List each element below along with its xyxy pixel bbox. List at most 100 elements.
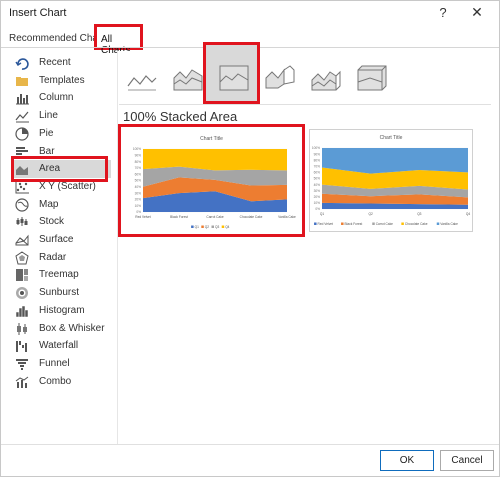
stacked-area-icon-svg: [173, 69, 203, 91]
3d-100-stacked-area-icon-svg: [357, 65, 387, 91]
3d-stacked-area-icon[interactable]: [309, 60, 343, 94]
legend-label: Q2: [205, 225, 209, 229]
chart-title: Chart Title: [380, 135, 403, 141]
100-stacked-area-icon-svg: [219, 65, 249, 91]
insert-chart-dialog: Insert Chart ? ✕ Recommended Charts All …: [0, 0, 500, 477]
y-tick-label: 20%: [135, 198, 142, 202]
x-tick-label: Q1: [320, 212, 324, 216]
subtype-divider: [119, 104, 491, 105]
sidebar-item-box-whisker[interactable]: Box & Whisker: [11, 320, 111, 338]
y-tick-label: 70%: [135, 166, 142, 170]
chart-preview-2-svg: Chart Title 0% 10% 20% 30% 40% 50% 60% 70% 80% 90%…: [312, 135, 471, 226]
y-tick-label: 80%: [314, 158, 321, 162]
sidebar-item-line[interactable]: Line: [11, 107, 111, 125]
cancel-button[interactable]: Cancel: [440, 450, 494, 471]
sidebar-item-label: X Y (Scatter): [39, 180, 96, 192]
folder-icon: [16, 76, 28, 86]
3d-area-icon-svg: [265, 65, 295, 89]
close-icon[interactable]: ✕: [468, 4, 486, 22]
x-tick-label: Q3: [417, 212, 421, 216]
legend-swatch: [221, 225, 225, 228]
surface-chart-icon: [15, 234, 29, 246]
y-tick-label: 0%: [136, 210, 141, 214]
waterfall-chart-icon: [16, 341, 27, 353]
combo-chart-icon: [15, 376, 29, 388]
y-tick-label: 40%: [135, 185, 142, 189]
sidebar-item-label: Funnel: [39, 357, 70, 369]
y-tick-label: 100%: [133, 147, 141, 151]
x-tick-label: Red Velvet: [135, 215, 151, 219]
dialog-title: Insert Chart: [9, 7, 67, 19]
sidebar-item-histogram[interactable]: Histogram: [11, 302, 111, 320]
sidebar-item-combo[interactable]: Combo: [11, 373, 111, 391]
sidebar-item-radar[interactable]: Radar: [11, 249, 111, 267]
footer-divider: [1, 444, 499, 445]
100-stacked-area-icon[interactable]: [217, 60, 251, 94]
sidebar-item-treemap[interactable]: Treemap: [11, 266, 111, 284]
sidebar-item-label: Histogram: [39, 304, 85, 316]
legend-label: Black Forest: [345, 222, 363, 226]
y-tick-label: 0%: [315, 207, 320, 211]
stacked-area-icon[interactable]: [171, 60, 205, 94]
legend-label: Q1: [195, 225, 199, 229]
chart-preview-1[interactable]: Chart Title 0% 10% 20% 30% 40% 50% 60% 70% 80% 90%…: [118, 124, 305, 237]
area-icon[interactable]: [125, 60, 159, 94]
sidebar-item-label: Column: [39, 92, 74, 104]
3d-100-stacked-area-icon[interactable]: [355, 60, 389, 94]
y-tick-label: 30%: [314, 189, 321, 193]
column-chart-icon: [16, 94, 29, 105]
sidebar-item-column[interactable]: Column: [11, 89, 111, 107]
x-tick-label: Q4: [466, 212, 470, 216]
sidebar-item-label: Radar: [39, 251, 67, 263]
3d-area-icon[interactable]: [263, 60, 297, 94]
sunburst-chart-icon: [16, 287, 28, 300]
sidebar-item-map[interactable]: Map: [11, 196, 111, 214]
section-title: 100% Stacked Area: [123, 109, 238, 124]
sidebar-item-label: Sunburst: [39, 287, 80, 299]
sidebar-item-stock[interactable]: Stock: [11, 213, 111, 231]
sidebar-item-sunburst[interactable]: Sunburst: [11, 284, 111, 302]
y-tick-label: 10%: [314, 201, 321, 205]
histogram-chart-icon: [15, 305, 29, 318]
x-tick-label: Q2: [369, 212, 373, 216]
area-icon-svg: [127, 75, 157, 91]
sidebar-item-recent[interactable]: Recent: [11, 54, 111, 72]
sidebar-item-funnel[interactable]: Funnel: [11, 355, 111, 373]
sidebar-item-templates[interactable]: Templates: [11, 72, 111, 90]
sidebar-item-waterfall[interactable]: Waterfall: [11, 337, 111, 355]
y-tick-label: 100%: [312, 146, 320, 150]
sidebar-item-label: Templates: [39, 74, 85, 86]
chart-subtype-row: [119, 53, 491, 101]
chart-preview-2[interactable]: Chart Title 0% 10% 20% 30% 40% 50% 60% 70% 80% 90%…: [309, 129, 473, 232]
stock-chart-icon: [16, 217, 28, 227]
y-tick-label: 80%: [135, 160, 142, 164]
sidebar-item-label: Combo: [39, 375, 72, 387]
y-tick-label: 60%: [135, 172, 142, 176]
chart-preview-1-svg: Chart Title 0% 10% 20% 30% 40% 50% 60% 70% 80% 90%…: [133, 136, 296, 229]
x-tick-label: Vanilla Cake: [278, 215, 296, 219]
y-tick-label: 30%: [135, 191, 142, 195]
y-tick-label: 90%: [135, 154, 142, 158]
sidebar-item-label: Recent: [39, 57, 71, 68]
sidebar-item-surface[interactable]: Surface: [11, 231, 111, 249]
help-icon[interactable]: ?: [435, 5, 451, 21]
radar-chart-icon: [15, 251, 29, 265]
x-tick-label: Chocolate Cake: [240, 215, 263, 219]
area-series-vanilla-cake: [322, 148, 468, 174]
ok-button[interactable]: OK: [380, 450, 434, 471]
line-chart-icon: [15, 111, 29, 123]
x-tick-label: Carrot Cake: [206, 215, 223, 219]
y-tick-label: 40%: [314, 183, 321, 187]
sidebar-item-label: Pie: [39, 127, 54, 139]
legend-label: Chocolate Cake: [405, 222, 428, 226]
sidebar-item-pie[interactable]: Pie: [11, 125, 111, 143]
title-bar: Insert Chart ? ✕: [1, 1, 499, 25]
y-tick-label: 90%: [314, 152, 321, 156]
legend-swatch: [191, 225, 194, 228]
sidebar-item-label: Stock: [39, 216, 65, 228]
legend-swatch: [314, 222, 317, 225]
legend-label: Q4: [225, 225, 229, 229]
3d-stacked-area-icon-svg: [311, 70, 341, 91]
legend-label: Carrot Cake: [376, 222, 393, 226]
map-chart-icon: [15, 197, 29, 212]
